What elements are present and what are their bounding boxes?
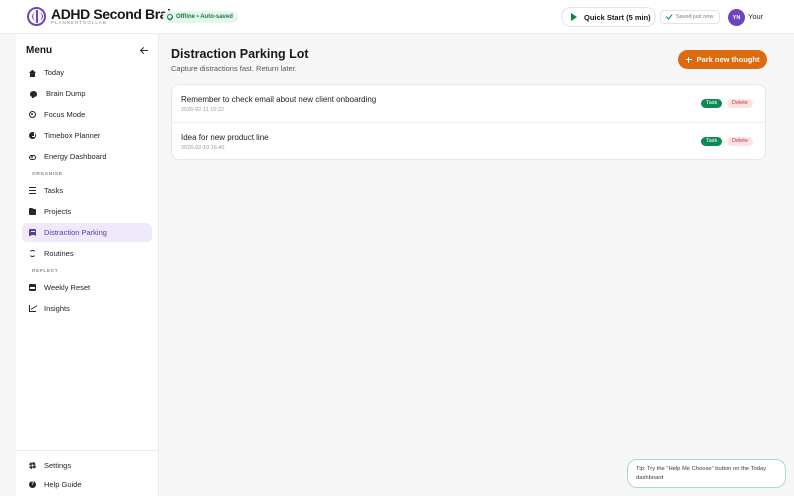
sidebar-item-distraction-parking[interactable]: Distraction Parking xyxy=(22,223,152,242)
sidebar-item-timebox-planner[interactable]: Timebox Planner xyxy=(22,126,152,145)
page-subtitle: Capture distractions fast. Return later. xyxy=(171,64,297,73)
offline-status-text: Offline • Auto-saved xyxy=(176,14,233,20)
sidebar-item-weekly-reset[interactable]: Weekly Reset xyxy=(22,278,152,297)
calendar-icon xyxy=(29,284,36,291)
brain-logo-icon xyxy=(27,7,46,26)
app-header: ADHD Second Brain PLANNERTOOLLAB Offline… xyxy=(0,0,794,34)
brand-subtitle: PLANNERTOOLLAB xyxy=(51,20,107,25)
refresh-icon xyxy=(29,250,36,257)
sidebar-item-help-guide[interactable]: ? Help Guide xyxy=(22,475,152,494)
chart-icon xyxy=(29,305,36,312)
park-new-thought-label: Park new thought xyxy=(696,55,760,64)
sidebar-item-label: Focus Mode xyxy=(44,110,86,119)
sidebar-item-focus-mode[interactable]: Focus Mode xyxy=(22,105,152,124)
tip-toast: Tip: Try the "Help Me Choose" button on … xyxy=(627,459,786,488)
saved-status-text: Saved just now xyxy=(676,14,714,20)
sidebar-item-label: Distraction Parking xyxy=(44,228,107,237)
sidebar-item-energy-dashboard[interactable]: Energy Dashboard xyxy=(22,147,152,166)
sidebar-item-brain-dump[interactable]: Brain Dump xyxy=(22,84,152,103)
list-item: Idea for new product line 2026-02-10 16:… xyxy=(172,122,765,159)
collapse-sidebar-arrow-icon[interactable] xyxy=(139,45,149,55)
sidebar-item-label: Today xyxy=(44,68,65,77)
page-title: Distraction Parking Lot xyxy=(171,47,309,61)
folder-icon xyxy=(29,207,36,215)
park-new-thought-button[interactable]: Park new thought xyxy=(678,50,767,69)
user-name[interactable]: Your xyxy=(748,12,763,21)
sidebar: Menu Today Brain Dump Focus Mode Timebox… xyxy=(16,34,159,496)
list-icon xyxy=(29,187,36,194)
sidebar-item-label: Insights xyxy=(44,304,70,313)
list-item: Remember to check email about new client… xyxy=(172,85,765,122)
sidebar-item-label: Routines xyxy=(44,249,74,258)
quick-start-label: Quick Start (5 min) xyxy=(584,12,651,22)
thought-timestamp: 2026-02-10 16:40 xyxy=(181,144,225,151)
check-circle-icon xyxy=(167,14,173,20)
sidebar-item-routines[interactable]: Routines xyxy=(22,244,152,263)
sidebar-item-label: Timebox Planner xyxy=(44,131,101,140)
sidebar-item-insights[interactable]: Insights xyxy=(22,299,152,318)
sidebar-item-settings[interactable]: Settings xyxy=(22,456,152,475)
offline-status-badge: Offline • Auto-saved xyxy=(163,11,238,23)
thought-timestamp: 2026-02-11 10:22 xyxy=(181,106,225,113)
gear-icon xyxy=(29,462,36,469)
target-icon xyxy=(29,111,36,118)
menu-title: Menu xyxy=(26,45,53,56)
lightbulb-icon xyxy=(30,90,37,99)
thought-text: Idea for new product line xyxy=(181,133,269,142)
help-icon: ? xyxy=(29,481,36,488)
section-label-reflect: REFLECT xyxy=(32,269,59,274)
check-icon xyxy=(665,12,673,20)
play-icon xyxy=(571,13,577,21)
sidebar-item-label: Help Guide xyxy=(44,480,82,489)
sidebar-item-tasks[interactable]: Tasks xyxy=(22,181,152,200)
note-icon xyxy=(29,229,36,236)
sidebar-item-today[interactable]: Today xyxy=(22,63,152,82)
sidebar-item-label: Tasks xyxy=(44,186,64,195)
thought-text: Remember to check email about new client… xyxy=(181,95,377,104)
sidebar-divider xyxy=(16,450,159,451)
toggle-icon xyxy=(29,154,36,160)
sidebar-item-label: Projects xyxy=(44,207,72,216)
sidebar-item-label: Energy Dashboard xyxy=(44,152,107,161)
saved-status-badge: Saved just now xyxy=(660,10,721,24)
sidebar-item-projects[interactable]: Projects xyxy=(22,202,152,221)
user-avatar[interactable]: YN xyxy=(728,9,745,26)
delete-thought-button[interactable]: Delete xyxy=(727,137,753,146)
sidebar-item-label: Weekly Reset xyxy=(44,283,91,292)
delete-thought-button[interactable]: Delete xyxy=(727,99,753,108)
parked-thoughts-list: Remember to check email about new client… xyxy=(171,84,766,160)
section-label-organise: ORGANISE xyxy=(32,172,63,177)
convert-to-task-button[interactable]: Task xyxy=(701,99,723,108)
quick-start-button[interactable]: Quick Start (5 min) xyxy=(561,7,656,27)
sidebar-item-label: Brain Dump xyxy=(46,89,86,98)
plus-icon xyxy=(685,56,692,63)
clock-icon xyxy=(29,132,36,139)
sidebar-item-label: Settings xyxy=(44,461,72,470)
convert-to-task-button[interactable]: Task xyxy=(701,137,723,146)
home-icon xyxy=(29,69,36,77)
